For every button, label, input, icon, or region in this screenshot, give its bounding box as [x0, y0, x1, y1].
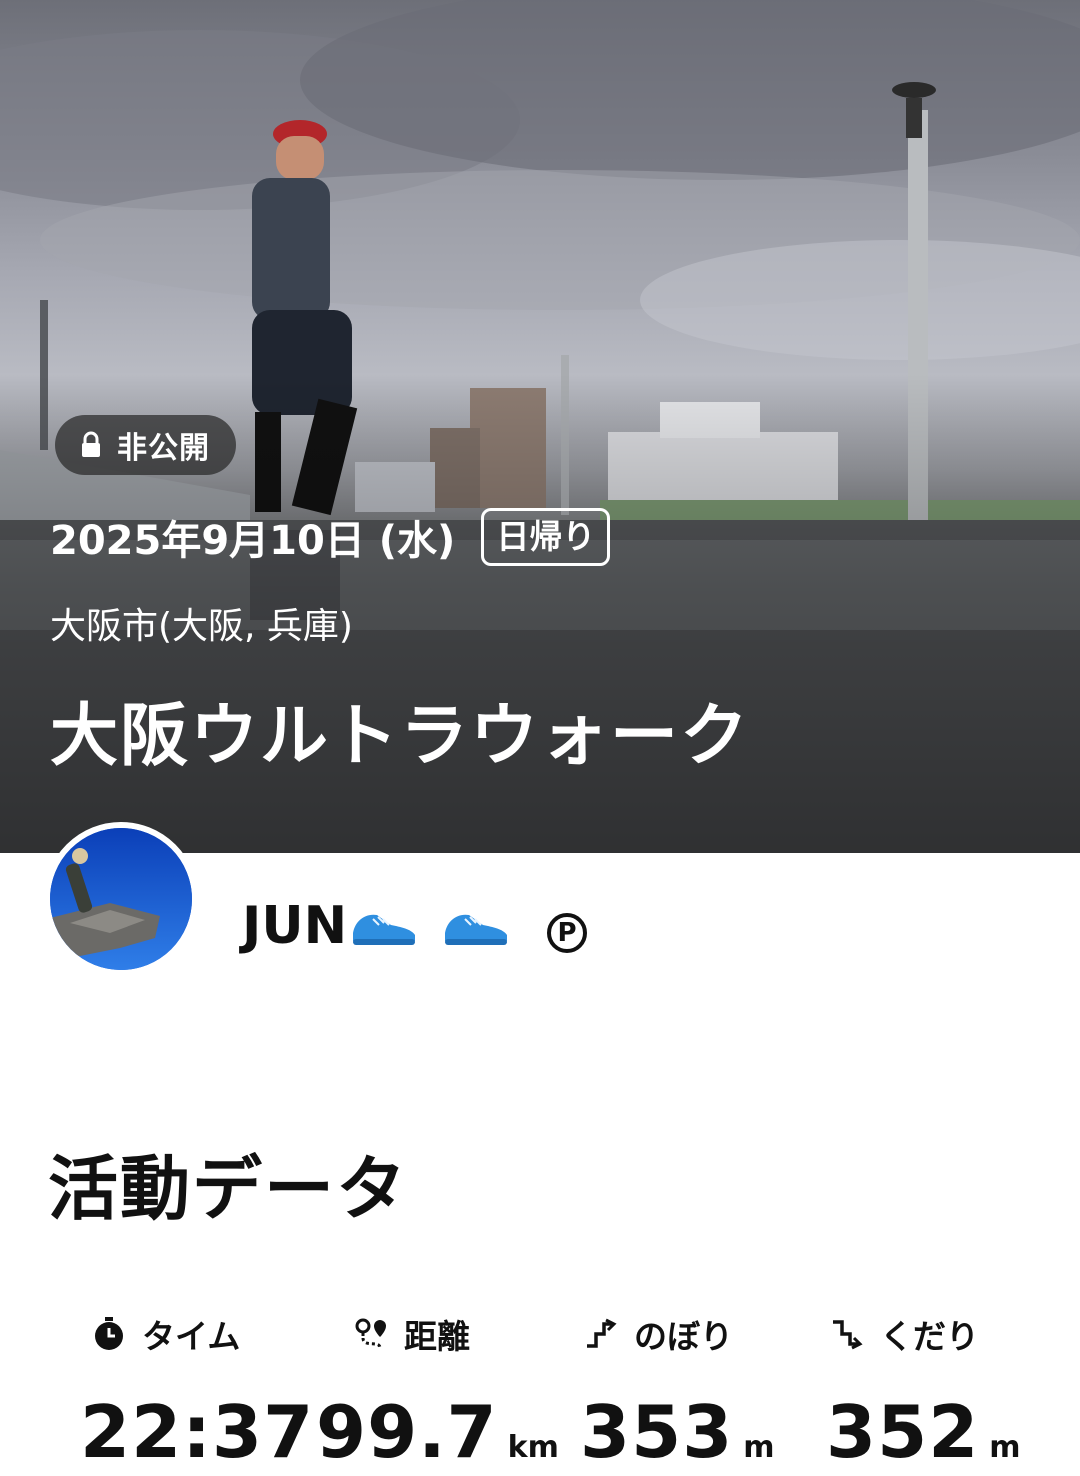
stat-unit: m [989, 1430, 1021, 1465]
avatar-image [50, 828, 192, 970]
route-pin-icon [355, 1318, 386, 1349]
stat-value: 352 [826, 1390, 980, 1474]
stat-label: くだり [880, 1317, 979, 1356]
descent-icon [833, 1320, 863, 1350]
hero-photo[interactable]: 非公開 2025年9月10日 (水) 日帰り 大阪市(大阪, 兵庫) 大阪ウルト… [0, 0, 1080, 853]
stat-label: のぼり [634, 1317, 733, 1356]
user-name-row[interactable]: JUN [242, 896, 511, 956]
stat-unit: km [507, 1430, 559, 1465]
stat-label: 距離 [404, 1317, 470, 1356]
stopwatch-icon [95, 1317, 123, 1350]
privacy-label: 非公開 [117, 431, 210, 466]
activity-title: 大阪ウルトラウォーク [50, 697, 751, 776]
activity-area[interactable]: 大阪市(大阪, 兵庫) [50, 597, 353, 649]
lock-icon [82, 431, 100, 457]
stat-distance: 距離 99.7 km [316, 1308, 559, 1474]
user-avatar[interactable] [44, 822, 198, 976]
running-shoe-icon [445, 914, 508, 945]
activity-date: 2025年9月10日 (水) [50, 518, 456, 564]
privacy-badge: 非公開 [55, 415, 236, 475]
stat-unit: m [743, 1430, 775, 1465]
stat-value: 353 [580, 1390, 734, 1474]
stat-descent: くだり 352 m [826, 1308, 1021, 1474]
stat-value: 99.7 [316, 1390, 498, 1474]
ascent-icon [587, 1318, 617, 1348]
premium-p-icon: P [547, 913, 587, 953]
stat-value: 22:37 [80, 1390, 315, 1474]
trip-type-tag: 日帰り [481, 508, 611, 566]
stat-ascent: のぼり 353 m [580, 1308, 775, 1474]
stat-label: タイム [142, 1317, 241, 1356]
stat-time: タイム 22:37 [80, 1308, 314, 1474]
activity-stats: タイム 22:37 距離 99.7 km のぼり 353 m くだり 352 m [0, 1308, 1080, 1476]
date-row: 2025年9月10日 (水) 日帰り [50, 508, 611, 566]
section-title-activity-data: 活動データ [48, 1148, 408, 1230]
running-shoe-icon [353, 914, 416, 945]
user-name: JUN [242, 896, 348, 956]
